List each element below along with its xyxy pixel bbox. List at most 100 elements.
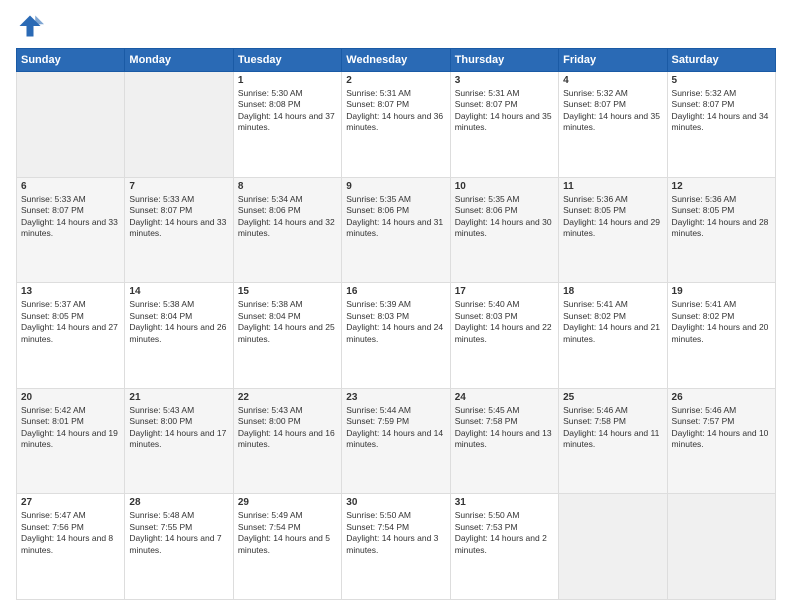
cell-line: Sunrise: 5:31 AM: [455, 88, 554, 99]
cell-line: Daylight: 14 hours and 10 minutes.: [672, 428, 771, 451]
cell-line: Daylight: 14 hours and 30 minutes.: [455, 217, 554, 240]
cell-line: Daylight: 14 hours and 37 minutes.: [238, 111, 337, 134]
calendar-week-row: 1Sunrise: 5:30 AMSunset: 8:08 PMDaylight…: [17, 72, 776, 178]
cell-line: Sunrise: 5:30 AM: [238, 88, 337, 99]
calendar-cell: 5Sunrise: 5:32 AMSunset: 8:07 PMDaylight…: [667, 72, 775, 178]
header: [16, 12, 776, 40]
calendar-cell: 23Sunrise: 5:44 AMSunset: 7:59 PMDayligh…: [342, 388, 450, 494]
day-number: 22: [238, 392, 337, 403]
day-number: 19: [672, 286, 771, 297]
cell-line: Daylight: 14 hours and 35 minutes.: [563, 111, 662, 134]
cell-line: Sunrise: 5:39 AM: [346, 299, 445, 310]
calendar-cell: 1Sunrise: 5:30 AMSunset: 8:08 PMDaylight…: [233, 72, 341, 178]
calendar-week-row: 13Sunrise: 5:37 AMSunset: 8:05 PMDayligh…: [17, 283, 776, 389]
cell-line: Daylight: 14 hours and 3 minutes.: [346, 533, 445, 556]
calendar-cell: 2Sunrise: 5:31 AMSunset: 8:07 PMDaylight…: [342, 72, 450, 178]
cell-line: Sunrise: 5:50 AM: [455, 510, 554, 521]
calendar-cell: 19Sunrise: 5:41 AMSunset: 8:02 PMDayligh…: [667, 283, 775, 389]
day-number: 20: [21, 392, 120, 403]
day-number: 24: [455, 392, 554, 403]
cell-line: Daylight: 14 hours and 11 minutes.: [563, 428, 662, 451]
cell-line: Daylight: 14 hours and 24 minutes.: [346, 322, 445, 345]
day-number: 27: [21, 497, 120, 508]
cell-line: Sunrise: 5:46 AM: [672, 405, 771, 416]
day-number: 23: [346, 392, 445, 403]
calendar-cell: [125, 72, 233, 178]
calendar-day-header: Tuesday: [233, 49, 341, 72]
day-number: 6: [21, 181, 120, 192]
cell-line: Sunset: 7:55 PM: [129, 522, 228, 533]
day-number: 31: [455, 497, 554, 508]
day-number: 13: [21, 286, 120, 297]
calendar-cell: 13Sunrise: 5:37 AMSunset: 8:05 PMDayligh…: [17, 283, 125, 389]
calendar-cell: 24 Sunrise: 5:45 AMSunset: 7:58 PMDayligh…: [450, 388, 558, 494]
day-number: 1: [238, 75, 337, 86]
day-number: 10: [455, 181, 554, 192]
cell-line: Daylight: 14 hours and 13 minutes.: [455, 428, 554, 451]
cell-line: Sunset: 8:07 PM: [672, 99, 771, 110]
cell-line: Sunset: 8:05 PM: [563, 205, 662, 216]
cell-line: Sunset: 7:57 PM: [672, 416, 771, 427]
cell-line: Sunrise: 5:34 AM: [238, 194, 337, 205]
cell-line: Sunset: 8:02 PM: [672, 311, 771, 322]
cell-line: Sunrise: 5:31 AM: [346, 88, 445, 99]
cell-line: Daylight: 14 hours and 25 minutes.: [238, 322, 337, 345]
day-number: 14: [129, 286, 228, 297]
cell-line: Sunset: 8:02 PM: [563, 311, 662, 322]
cell-line: Daylight: 14 hours and 8 minutes.: [21, 533, 120, 556]
calendar-cell: 10Sunrise: 5:35 AMSunset: 8:06 PMDayligh…: [450, 177, 558, 283]
cell-line: Daylight: 14 hours and 21 minutes.: [563, 322, 662, 345]
cell-line: Sunrise: 5:36 AM: [672, 194, 771, 205]
calendar-day-header: Wednesday: [342, 49, 450, 72]
cell-line: Sunset: 8:03 PM: [455, 311, 554, 322]
calendar-cell: 14Sunrise: 5:38 AMSunset: 8:04 PMDayligh…: [125, 283, 233, 389]
calendar-day-header: Thursday: [450, 49, 558, 72]
cell-line: Sunset: 8:05 PM: [21, 311, 120, 322]
cell-line: Sunset: 7:58 PM: [455, 416, 554, 427]
cell-line: Sunset: 8:07 PM: [455, 99, 554, 110]
calendar-header-row: SundayMondayTuesdayWednesdayThursdayFrid…: [17, 49, 776, 72]
cell-line: Sunset: 7:58 PM: [563, 416, 662, 427]
cell-line: Daylight: 14 hours and 31 minutes.: [346, 217, 445, 240]
calendar-cell: 21Sunrise: 5:43 AMSunset: 8:00 PMDayligh…: [125, 388, 233, 494]
cell-line: Daylight: 14 hours and 28 minutes.: [672, 217, 771, 240]
cell-line: Sunrise: 5:49 AM: [238, 510, 337, 521]
cell-line: Sunset: 7:54 PM: [346, 522, 445, 533]
calendar-table: SundayMondayTuesdayWednesdayThursdayFrid…: [16, 48, 776, 600]
cell-line: Sunset: 8:06 PM: [346, 205, 445, 216]
calendar-cell: 7Sunrise: 5:33 AMSunset: 8:07 PMDaylight…: [125, 177, 233, 283]
cell-line: Daylight: 14 hours and 35 minutes.: [455, 111, 554, 134]
cell-line: Daylight: 14 hours and 34 minutes.: [672, 111, 771, 134]
calendar-day-header: Saturday: [667, 49, 775, 72]
page: SundayMondayTuesdayWednesdayThursdayFrid…: [0, 0, 792, 612]
cell-line: Sunrise: 5:43 AM: [129, 405, 228, 416]
calendar-cell: 6Sunrise: 5:33 AMSunset: 8:07 PMDaylight…: [17, 177, 125, 283]
cell-line: Sunrise: 5:44 AM: [346, 405, 445, 416]
cell-line: Sunrise: 5:33 AM: [129, 194, 228, 205]
cell-line: Daylight: 14 hours and 19 minutes.: [21, 428, 120, 451]
day-number: 3: [455, 75, 554, 86]
calendar-cell: 26Sunrise: 5:46 AMSunset: 7:57 PMDayligh…: [667, 388, 775, 494]
calendar-cell: 22Sunrise: 5:43 AMSunset: 8:00 PMDayligh…: [233, 388, 341, 494]
cell-line: Sunrise: 5:32 AM: [563, 88, 662, 99]
cell-line: Daylight: 14 hours and 16 minutes.: [238, 428, 337, 451]
calendar-cell: 15Sunrise: 5:38 AMSunset: 8:04 PMDayligh…: [233, 283, 341, 389]
cell-line: Daylight: 14 hours and 2 minutes.: [455, 533, 554, 556]
cell-line: Daylight: 14 hours and 36 minutes.: [346, 111, 445, 134]
cell-line: Sunset: 7:53 PM: [455, 522, 554, 533]
cell-line: Sunrise: 5:42 AM: [21, 405, 120, 416]
calendar-cell: 27Sunrise: 5:47 AMSunset: 7:56 PMDayligh…: [17, 494, 125, 600]
cell-line: Daylight: 14 hours and 5 minutes.: [238, 533, 337, 556]
day-number: 12: [672, 181, 771, 192]
calendar-cell: 3 Sunrise: 5:31 AMSunset: 8:07 PMDaylight…: [450, 72, 558, 178]
cell-line: Sunrise: 5:45 AM: [455, 405, 554, 416]
calendar-cell: 8Sunrise: 5:34 AMSunset: 8:06 PMDaylight…: [233, 177, 341, 283]
cell-line: Sunset: 8:07 PM: [21, 205, 120, 216]
logo-icon: [16, 12, 44, 40]
day-number: 5: [672, 75, 771, 86]
cell-line: Sunset: 7:54 PM: [238, 522, 337, 533]
cell-line: Sunset: 8:05 PM: [672, 205, 771, 216]
calendar-cell: 18Sunrise: 5:41 AMSunset: 8:02 PMDayligh…: [559, 283, 667, 389]
cell-line: Sunrise: 5:33 AM: [21, 194, 120, 205]
calendar-cell: [667, 494, 775, 600]
